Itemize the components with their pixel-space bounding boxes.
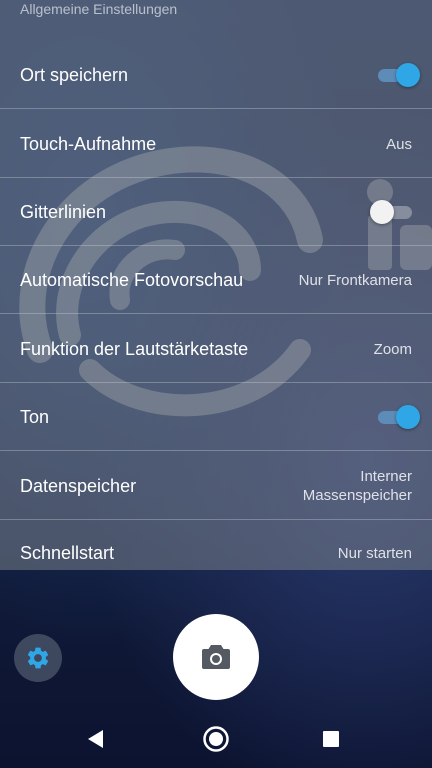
nav-home-button[interactable]	[202, 725, 230, 753]
setting-row-datenspeicher[interactable]: Datenspeicher Interner Massenspeicher	[0, 452, 432, 520]
ort-speichern-toggle[interactable]	[376, 63, 420, 87]
gear-icon	[27, 647, 49, 669]
setting-row-ton[interactable]: Ton	[0, 383, 432, 451]
setting-label: Automatische Fotovorschau	[20, 269, 244, 290]
setting-label: Funktion der Lautstärketaste	[20, 338, 249, 359]
back-triangle-icon	[88, 730, 103, 748]
setting-value: Interner Massenspeicher	[303, 452, 412, 520]
setting-row-gitterlinien[interactable]: Gitterlinien	[0, 178, 432, 246]
settings-panel: Allgemeine Einstellungen Ort speichern T…	[0, 0, 432, 570]
home-circle-icon	[203, 726, 229, 752]
toggle-thumb	[396, 405, 420, 429]
setting-value: Nur Frontkamera	[298, 271, 412, 289]
camera-icon	[202, 645, 230, 669]
setting-row-automatische-fotovorschau[interactable]: Automatische Fotovorschau Nur Frontkamer…	[0, 246, 432, 314]
settings-button[interactable]	[14, 634, 62, 682]
gitterlinien-toggle[interactable]	[370, 200, 416, 224]
setting-row-touch-aufnahme[interactable]: Touch-Aufnahme Aus	[0, 110, 432, 178]
setting-label: Touch-Aufnahme	[20, 133, 157, 154]
setting-value: Aus	[386, 135, 412, 153]
toggle-thumb	[396, 63, 420, 87]
shutter-button[interactable]	[173, 614, 259, 700]
setting-row-ort-speichern[interactable]: Ort speichern	[0, 41, 432, 109]
toggle-thumb	[370, 200, 394, 224]
setting-label: Ort speichern	[20, 64, 129, 85]
setting-row-schnellstart[interactable]: Schnellstart Nur starten	[0, 520, 432, 570]
setting-row-lautstaerketaste[interactable]: Funktion der Lautstärketaste Zoom	[0, 315, 432, 383]
nav-back-button[interactable]	[82, 725, 110, 753]
section-header: Allgemeine Einstellungen	[20, 1, 178, 17]
nav-recents-button[interactable]	[317, 725, 345, 753]
setting-label: Gitterlinien	[20, 201, 107, 222]
setting-value: Zoom	[373, 340, 412, 358]
setting-label: Ton	[20, 406, 50, 427]
setting-value-line: Interner	[360, 468, 412, 485]
setting-label: Datenspeicher	[20, 475, 137, 496]
recents-square-icon	[323, 731, 339, 747]
ton-toggle[interactable]	[376, 405, 420, 429]
setting-value-line: Massenspeicher	[302, 487, 412, 504]
